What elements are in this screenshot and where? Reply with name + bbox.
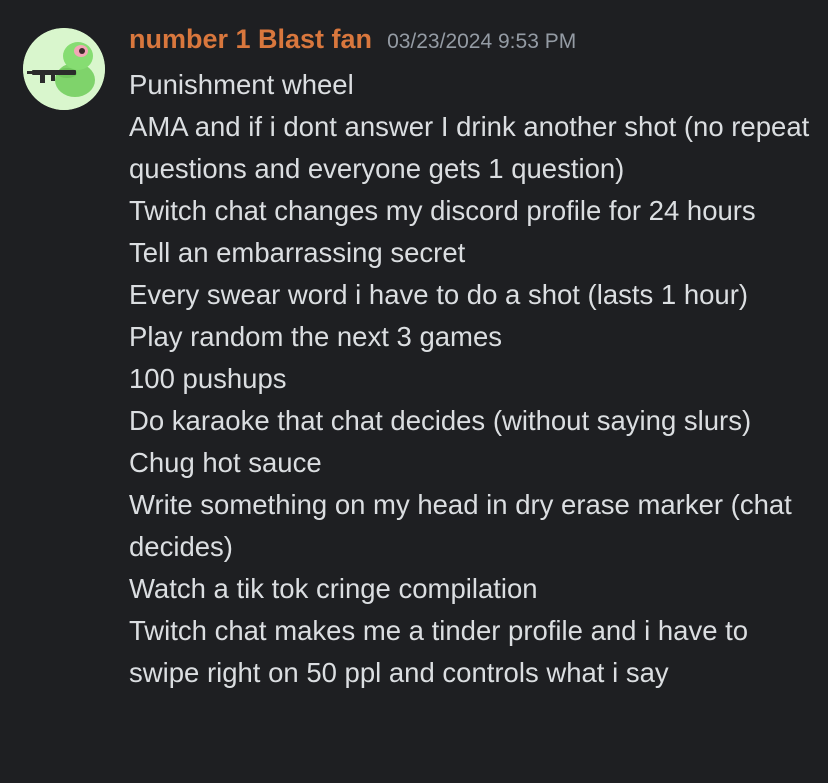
message-line: Do karaoke that chat decides (without sa… <box>129 405 752 436</box>
message-line: Chug hot sauce <box>129 447 322 478</box>
message-line: Write something on my head in dry erase … <box>129 489 792 562</box>
timestamp: 03/23/2024 9:53 PM <box>387 30 577 53</box>
message-header: number 1 Blast fan 03/23/2024 9:53 PM <box>129 24 576 64</box>
message-line: Watch a tik tok cringe compilation <box>129 573 538 604</box>
chat-message: number 1 Blast fan 03/23/2024 9:53 PM Pu… <box>0 0 828 783</box>
message-line: AMA and if i dont answer I drink another… <box>129 111 810 184</box>
message-line: Twitch chat changes my discord profile f… <box>129 195 756 226</box>
message-line: 100 pushups <box>129 363 287 394</box>
message-line: Twitch chat makes me a tinder profile an… <box>129 615 749 688</box>
avatar[interactable] <box>23 28 105 110</box>
username[interactable]: number 1 Blast fan <box>129 24 372 55</box>
frog-icon <box>23 28 105 110</box>
message-line: Every swear word i have to do a shot (la… <box>129 279 749 310</box>
message-line: Tell an embarrassing secret <box>129 237 466 268</box>
message-content: Punishment wheel AMA and if i dont answer… <box>129 64 819 694</box>
message-line: Punishment wheel <box>129 69 354 100</box>
message-line: Play random the next 3 games <box>129 321 502 352</box>
